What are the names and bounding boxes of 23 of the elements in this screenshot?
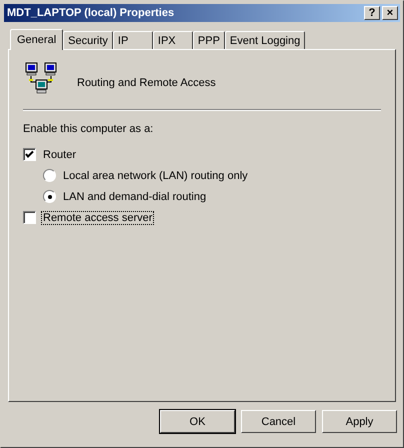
dialog-button[interactable]: Cancel bbox=[241, 410, 316, 433]
window-title: MDT_LAPTOP (local) Properties bbox=[7, 7, 174, 19]
checkbox[interactable] bbox=[23, 148, 36, 161]
group-label: Enable this computer as a: bbox=[23, 123, 154, 135]
network-computers-icon bbox=[25, 62, 59, 96]
tab[interactable]: PPP bbox=[192, 31, 225, 49]
close-button[interactable]: × bbox=[382, 6, 398, 20]
dialog-button[interactable]: Apply bbox=[322, 410, 397, 433]
dialog-button[interactable]: OK bbox=[160, 410, 235, 433]
checkbox-label[interactable]: Remote access server bbox=[41, 210, 154, 224]
heading-text: Routing and Remote Access bbox=[77, 77, 216, 89]
radio-button[interactable] bbox=[43, 190, 56, 203]
checkbox[interactable] bbox=[23, 211, 36, 224]
tab[interactable]: IPX bbox=[152, 31, 193, 49]
radio-label[interactable]: Local area network (LAN) routing only bbox=[61, 168, 250, 182]
tab[interactable]: IP bbox=[112, 31, 153, 49]
radio-label[interactable]: LAN and demand-dial routing bbox=[61, 190, 208, 204]
tab[interactable]: Security bbox=[63, 31, 113, 49]
radio-button[interactable] bbox=[43, 169, 56, 182]
checkbox-label[interactable]: Router bbox=[41, 148, 78, 162]
help-button[interactable]: ? bbox=[364, 6, 380, 20]
tab[interactable]: General bbox=[10, 29, 64, 50]
tab[interactable]: Event Logging bbox=[224, 31, 306, 49]
